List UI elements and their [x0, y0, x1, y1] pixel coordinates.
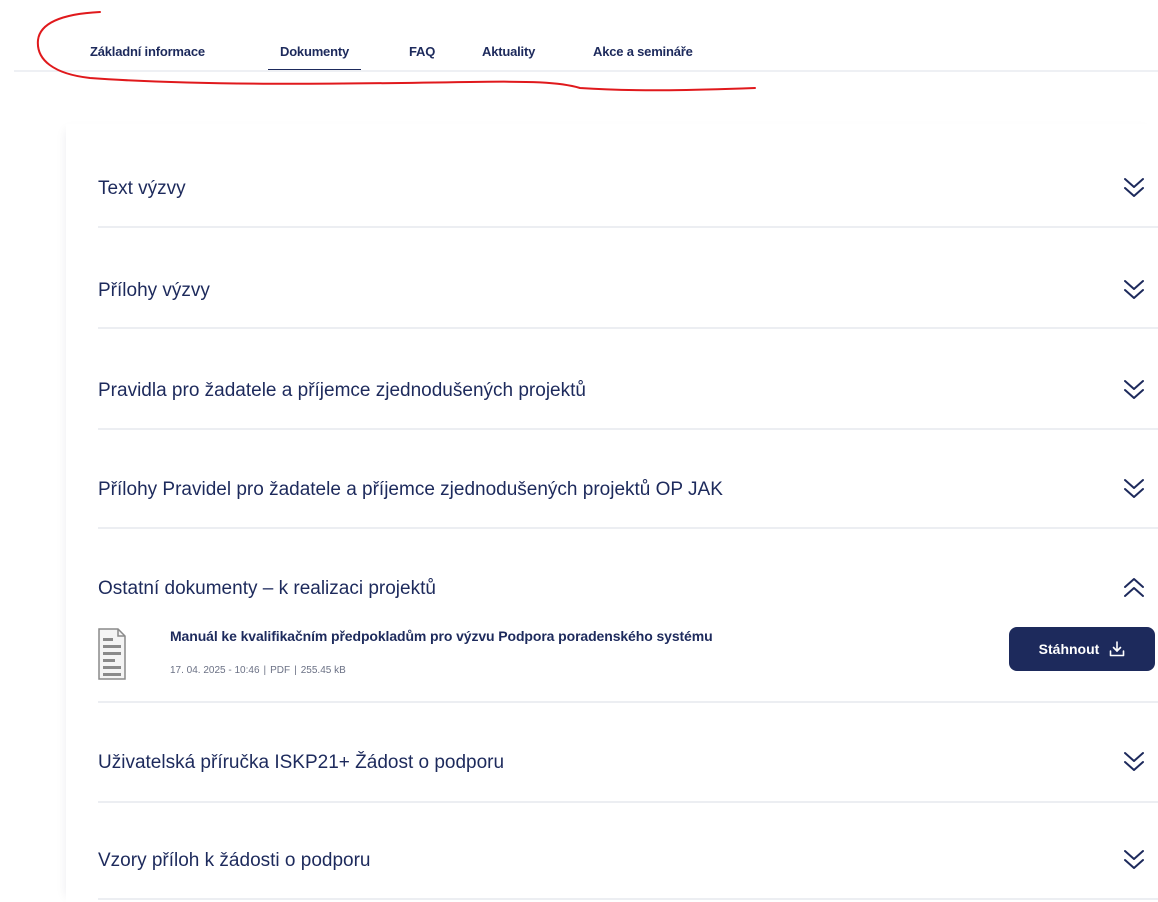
accordion-prilohy-vyzvy[interactable]: Přílohy výzvy [98, 272, 1158, 312]
tab-aktuality[interactable]: Aktuality [482, 44, 535, 59]
accordion-vzory-priloh[interactable]: Vzory příloh k žádosti o podporu [98, 842, 1158, 882]
chevron-down-double-icon[interactable] [1122, 477, 1146, 501]
accordion-uzivatelska-prirucka[interactable]: Uživatelská příručka ISKP21+ Žádost o po… [98, 744, 1158, 784]
section-title: Ostatní dokumenty – k realizaci projektů [98, 578, 436, 599]
meta-divider: | [294, 665, 297, 676]
section-title: Pravidla pro žadatele a příjemce zjednod… [98, 380, 586, 401]
page: Základní informace Dokumenty FAQ Aktuali… [0, 0, 1158, 902]
accordion-prilohy-pravidel[interactable]: Přílohy Pravidel pro žadatele a příjemce… [98, 471, 1158, 511]
document-date: 17. 04. 2025 - 10:46 [170, 665, 260, 676]
section-title: Uživatelská příručka ISKP21+ Žádost o po… [98, 752, 505, 773]
separator [98, 428, 1158, 430]
separator [98, 801, 1158, 803]
documents-card [66, 124, 1158, 902]
separator [98, 701, 1158, 703]
section-title: Vzory příloh k žádosti o podporu [98, 850, 371, 871]
accordion-text-vyzvy[interactable]: Text výzvy [98, 170, 1158, 210]
download-button[interactable]: Stáhnout [1009, 627, 1155, 671]
meta-divider: | [263, 665, 267, 676]
accordion-pravidla[interactable]: Pravidla pro žadatele a příjemce zjednod… [98, 372, 1158, 412]
document-size: 255.45 kB [300, 665, 346, 676]
tab-dokumenty[interactable]: Dokumenty [268, 44, 361, 72]
section-title: Text výzvy [98, 178, 186, 199]
separator [98, 327, 1158, 329]
chevron-down-double-icon[interactable] [1122, 176, 1146, 200]
download-label: Stáhnout [1038, 641, 1100, 657]
accordion-ostatni-dokumenty[interactable]: Ostatní dokumenty – k realizaci projektů [98, 570, 1158, 610]
chevron-up-double-icon[interactable] [1122, 576, 1146, 600]
tab-zakladni-informace[interactable]: Základní informace [90, 44, 205, 59]
tab-bar: Základní informace Dokumenty FAQ Aktuali… [0, 0, 1158, 74]
document-format: PDF [270, 665, 291, 676]
tab-akce-a-seminare[interactable]: Akce a semináře [593, 44, 693, 59]
separator [98, 898, 1158, 900]
chevron-down-double-icon[interactable] [1122, 278, 1146, 302]
chevron-down-double-icon[interactable] [1122, 750, 1146, 774]
document-meta: 17. 04. 2025 - 10:46 | PDF | 255.45 kB [170, 665, 346, 676]
chevron-down-double-icon[interactable] [1122, 378, 1146, 402]
tab-faq[interactable]: FAQ [409, 44, 435, 59]
section-title: Přílohy Pravidel pro žadatele a příjemce… [98, 479, 723, 500]
tab-divider [14, 70, 1158, 72]
separator [98, 226, 1158, 228]
separator [98, 527, 1158, 529]
document-icon [98, 628, 126, 680]
download-icon [1110, 641, 1125, 657]
document-title[interactable]: Manuál ke kvalifikačním předpokladům pro… [170, 628, 713, 644]
chevron-down-double-icon[interactable] [1122, 848, 1146, 872]
section-title: Přílohy výzvy [98, 280, 210, 301]
